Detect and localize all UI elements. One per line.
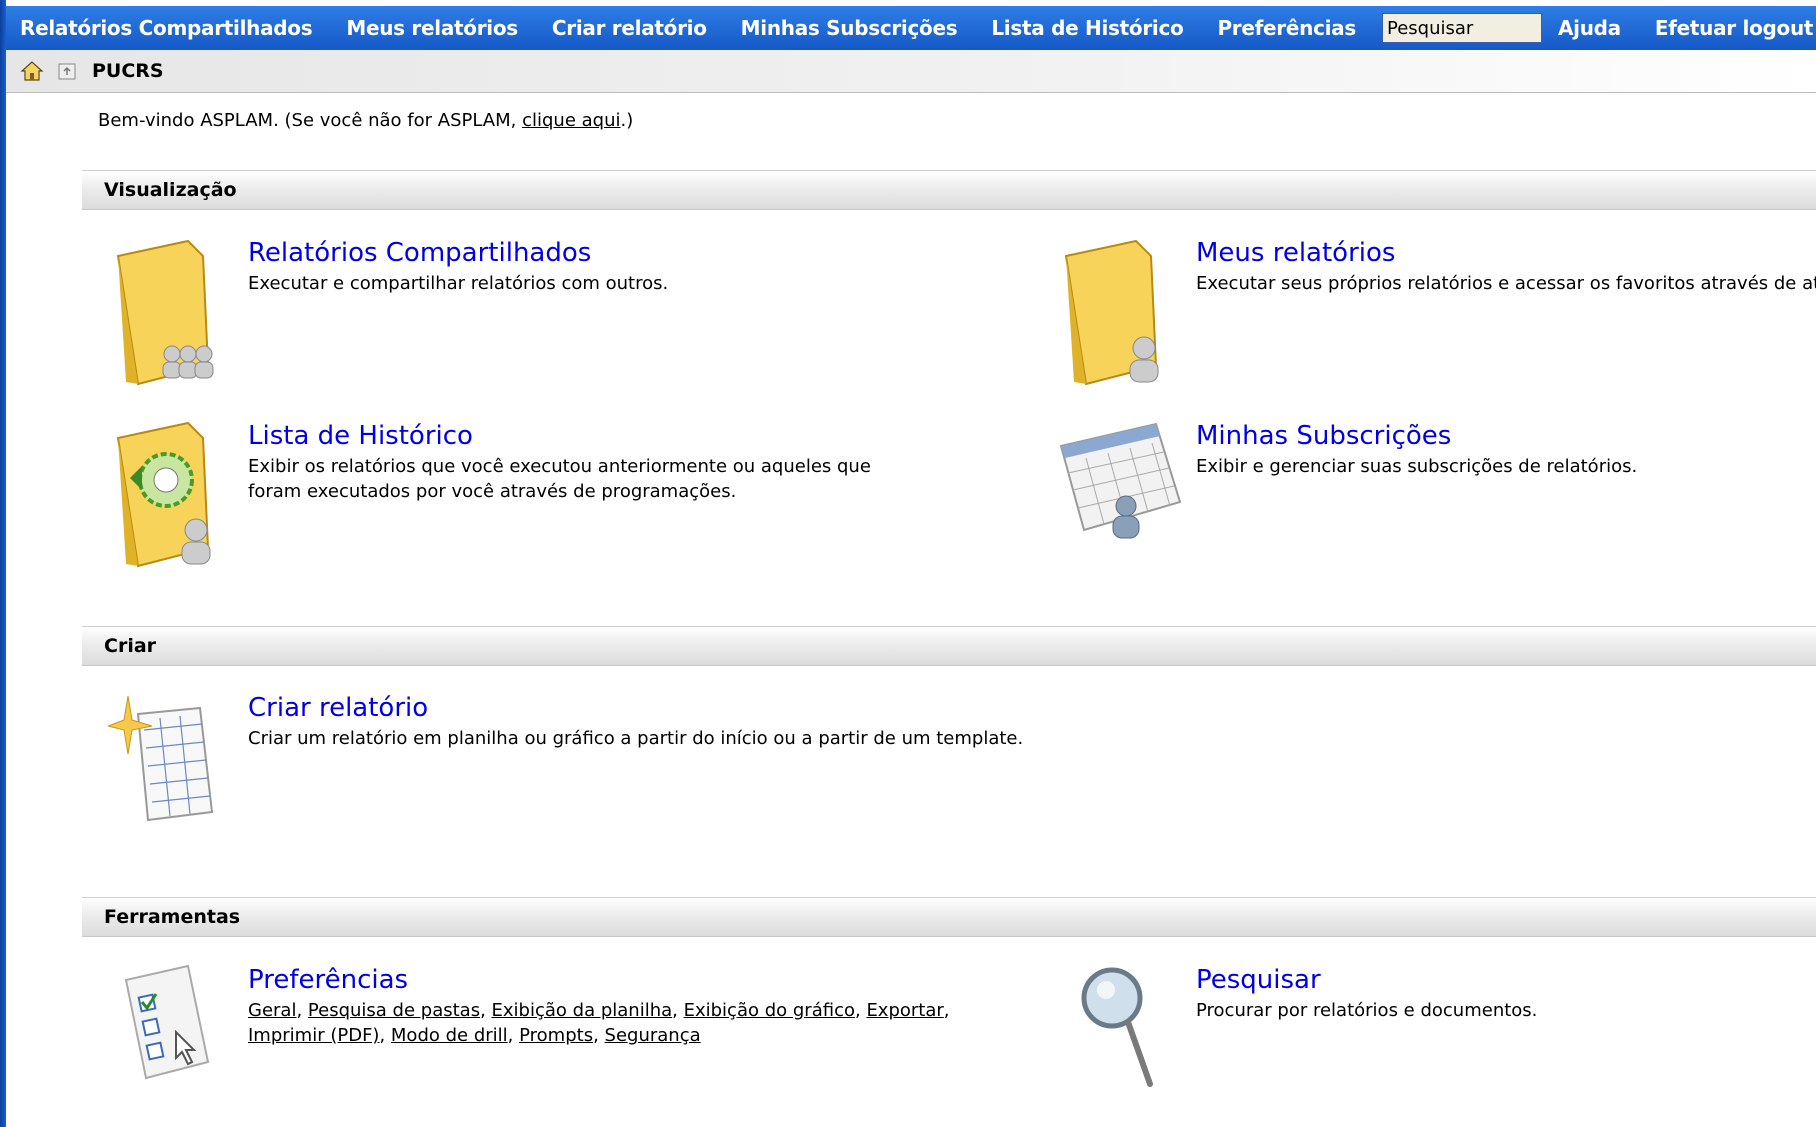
nav-history-list[interactable]: Lista de Histórico — [991, 16, 1183, 40]
preferences-checklist-icon[interactable] — [118, 962, 218, 1082]
breadcrumb: PUCRS — [6, 50, 1816, 93]
welcome-text: Bem-vindo ASPLAM. (Se você não for ASPLA… — [98, 110, 523, 131]
nav-my-subscriptions[interactable]: Minhas Subscrições — [741, 16, 958, 40]
history-list-desc: Exibir os relatórios que você executou a… — [248, 456, 871, 502]
shared-folder-icon[interactable] — [108, 236, 228, 386]
magnifier-icon[interactable] — [1076, 962, 1166, 1092]
subscriptions-calendar-icon[interactable] — [1056, 418, 1186, 548]
create-report-desc: Criar um relatório em planilha ou gráfic… — [248, 728, 1024, 749]
pref-security-link[interactable]: Segurança — [605, 1025, 701, 1046]
nav-help[interactable]: Ajuda — [1558, 16, 1621, 40]
pref-drill-mode-link[interactable]: Modo de drill — [391, 1025, 508, 1046]
preferences-link[interactable]: Preferências — [248, 965, 408, 995]
nav-my-reports[interactable]: Meus relatórios — [346, 16, 518, 40]
history-folder-icon[interactable] — [108, 418, 228, 568]
top-navigation: Relatórios Compartilhados Meus relatório… — [6, 6, 1816, 50]
nav-logout[interactable]: Efetuar logout — [1655, 16, 1814, 40]
welcome-message: Bem-vindo ASPLAM. (Se você não for ASPLA… — [98, 110, 633, 131]
section-title: Visualização — [104, 179, 237, 201]
home-icon[interactable] — [20, 59, 44, 83]
shared-reports-desc: Executar e compartilhar relatórios com o… — [248, 273, 669, 294]
pref-folder-search-link[interactable]: Pesquisa de pastas — [308, 1000, 480, 1021]
pref-prompts-link[interactable]: Prompts — [519, 1025, 593, 1046]
history-list-link[interactable]: Lista de Histórico — [248, 421, 473, 451]
section-view-header: Visualização — [82, 170, 1816, 210]
preferences-links: Geral, Pesquisa de pastas, Exibição da p… — [248, 1000, 950, 1046]
nav-shared-reports[interactable]: Relatórios Compartilhados — [20, 16, 313, 40]
shared-reports-link[interactable]: Relatórios Compartilhados — [248, 238, 591, 268]
search-desc: Procurar por relatórios e documentos. — [1196, 1000, 1538, 1021]
my-folder-icon[interactable] — [1056, 236, 1176, 386]
my-reports-desc: Executar seus próprios relatórios e aces… — [1196, 273, 1816, 294]
pref-export-link[interactable]: Exportar — [866, 1000, 943, 1021]
section-title: Criar — [104, 635, 157, 657]
my-subscriptions-link[interactable]: Minhas Subscrições — [1196, 421, 1451, 451]
section-title: Ferramentas — [104, 906, 241, 928]
search-link[interactable]: Pesquisar — [1196, 965, 1321, 995]
nav-create-report[interactable]: Criar relatório — [552, 16, 707, 40]
search-input[interactable] — [1381, 13, 1542, 43]
pref-graph-display-link[interactable]: Exibição do gráfico — [684, 1000, 855, 1021]
welcome-suffix: .) — [620, 110, 634, 131]
pref-grid-display-link[interactable]: Exibição da planilha — [492, 1000, 673, 1021]
create-report-icon[interactable] — [108, 694, 228, 824]
section-create-header: Criar — [82, 626, 1816, 666]
click-here-link[interactable]: clique aqui — [522, 110, 620, 131]
my-reports-link[interactable]: Meus relatórios — [1196, 238, 1395, 268]
create-report-link[interactable]: Criar relatório — [248, 693, 428, 723]
section-tools-header: Ferramentas — [82, 897, 1816, 937]
my-subscriptions-desc: Exibir e gerenciar suas subscrições de r… — [1196, 456, 1638, 477]
folder-up-icon[interactable] — [56, 59, 80, 83]
pref-print-pdf-link[interactable]: Imprimir (PDF) — [248, 1025, 379, 1046]
breadcrumb-current: PUCRS — [92, 60, 164, 82]
pref-general-link[interactable]: Geral — [248, 1000, 296, 1021]
nav-preferences[interactable]: Preferências — [1217, 16, 1356, 40]
